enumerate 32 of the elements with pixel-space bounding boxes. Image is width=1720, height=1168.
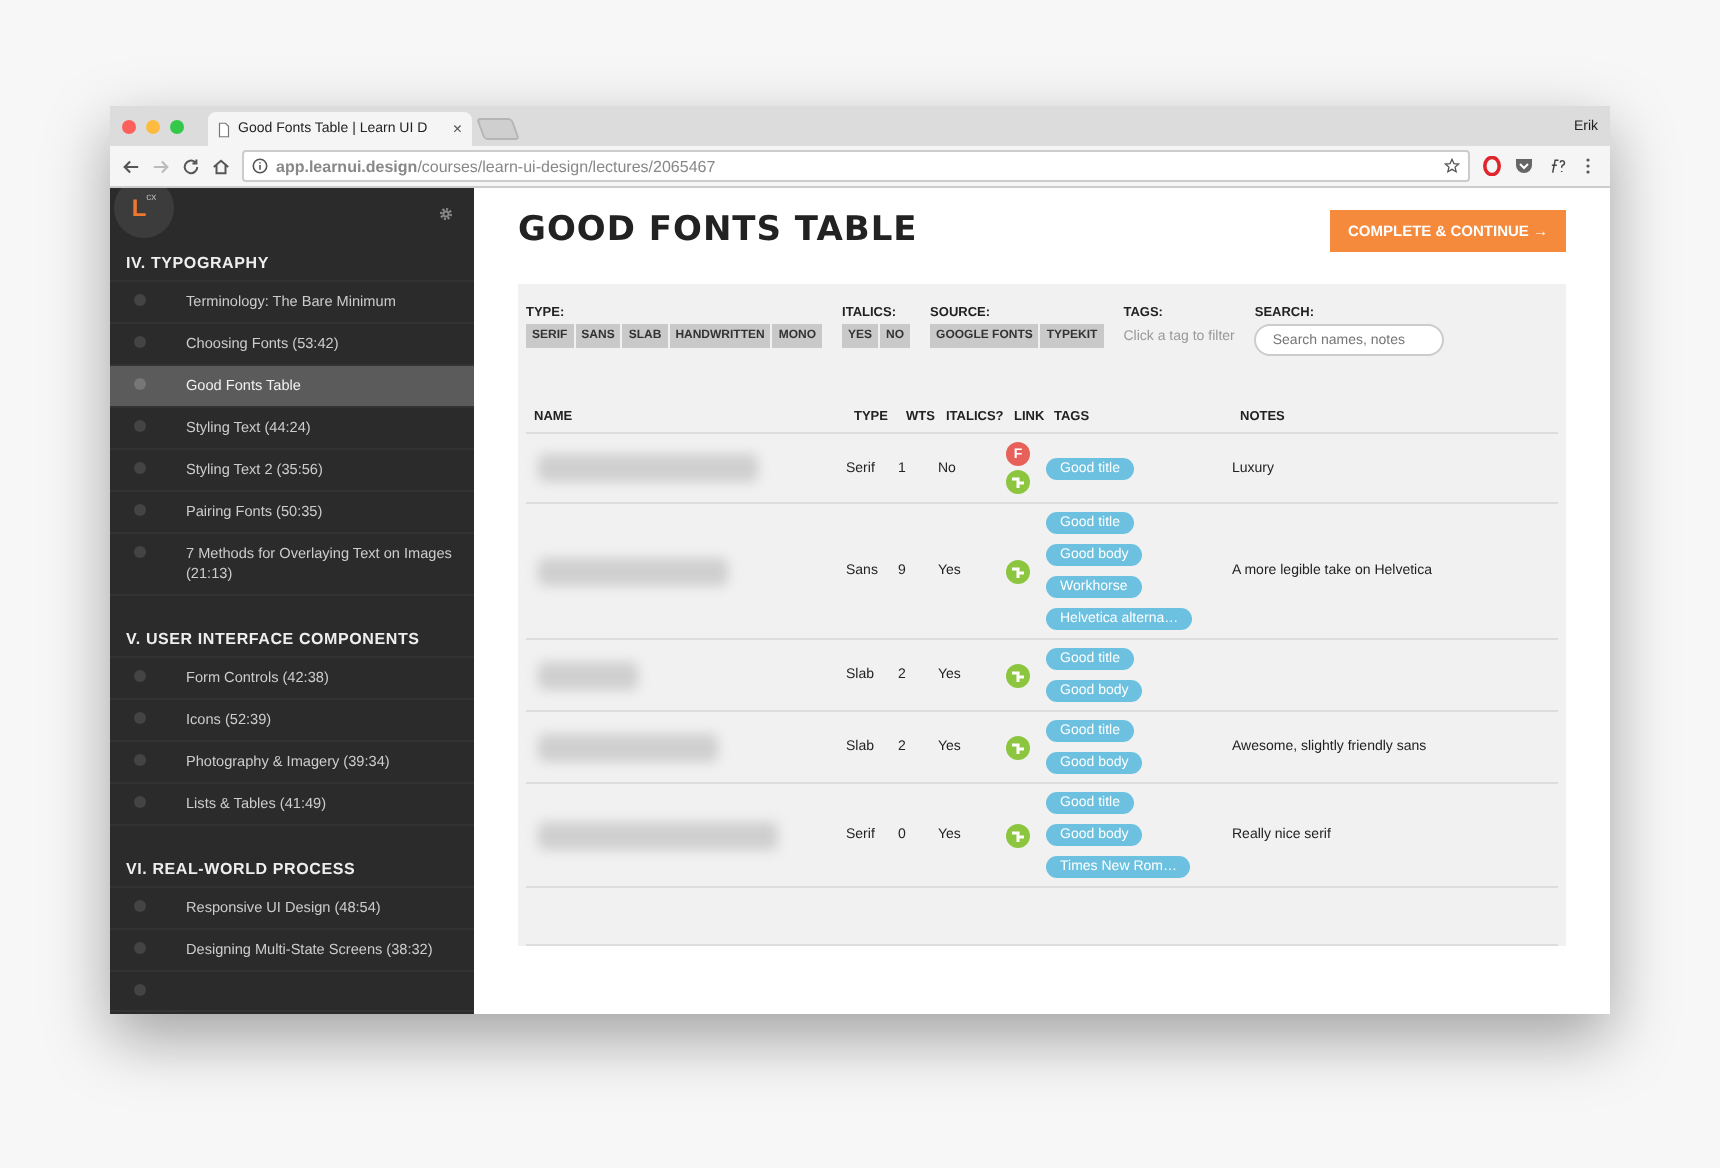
status-dot (134, 336, 146, 348)
status-dot (134, 670, 146, 682)
status-dot (134, 462, 146, 474)
bookmark-star-icon[interactable] (1444, 158, 1460, 174)
blurred-font-sample (538, 661, 638, 689)
status-dot (134, 378, 146, 390)
status-dot (134, 712, 146, 724)
status-dot (134, 796, 146, 808)
section-heading: VI. REAL-WORLD PROCESS (110, 850, 474, 888)
status-dot (134, 546, 146, 558)
close-window-icon[interactable] (122, 119, 136, 133)
page-icon (218, 121, 230, 137)
status-dot (134, 504, 146, 516)
section-heading: IV. TYPOGRAPHY (110, 244, 474, 282)
address-bar[interactable]: app.learnui.design/courses/learn-ui-design/lectures/2065467 (242, 150, 1470, 182)
back-icon[interactable] (122, 157, 140, 175)
settings-icon[interactable] (438, 206, 454, 222)
tab-close-button[interactable]: × (452, 120, 462, 138)
status-dot (134, 754, 146, 766)
status-dot (134, 420, 146, 432)
font-extension-icon[interactable] (1546, 156, 1566, 176)
ring-extension-icon[interactable] (1482, 156, 1502, 176)
status-dot (134, 942, 146, 954)
status-dot (134, 900, 146, 912)
page-title: GOOD FONTS TABLE (518, 210, 918, 250)
status-dot (134, 984, 146, 996)
home-icon[interactable] (212, 157, 230, 175)
section-heading: V. USER INTERFACE COMPONENTS (110, 620, 474, 658)
reload-icon[interactable] (182, 157, 200, 175)
info-icon[interactable] (252, 158, 268, 174)
status-dot (134, 294, 146, 306)
pocket-icon[interactable] (1514, 156, 1534, 176)
